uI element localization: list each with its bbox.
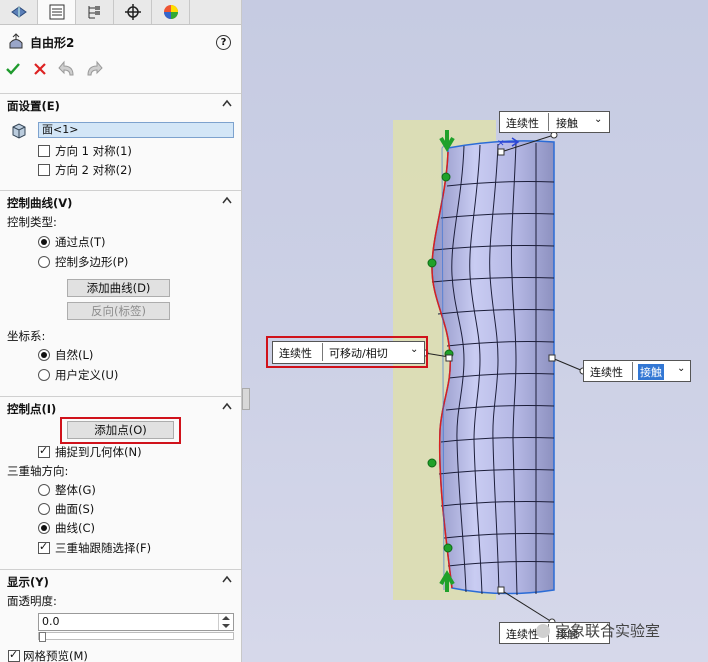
control-points-title: 控制点(I) [7, 402, 57, 416]
add-curve-button[interactable]: 添加曲线(D) [67, 279, 170, 297]
feature-tree-icon [11, 6, 27, 18]
manager-tabs [0, 0, 241, 25]
freeform-surface-model[interactable]: ✕ [242, 0, 708, 662]
face-settings-header[interactable]: 面设置(E) [0, 93, 241, 116]
triad-global-label: 整体(G) [55, 483, 96, 497]
freeform-feature-icon [9, 33, 23, 49]
chevron-up-icon[interactable] [222, 575, 232, 583]
transparency-input[interactable]: 0.0 [38, 613, 234, 631]
chevron-up-icon[interactable] [222, 99, 232, 107]
divider [632, 362, 633, 380]
tab-feature-manager[interactable] [0, 0, 38, 24]
watermark: 宝象联合实验室 [536, 620, 660, 641]
continuity-callout-right[interactable]: 连续性 接触 ⌄ [583, 360, 691, 382]
mesh-preview-label: 网格预览(M) [23, 649, 88, 662]
display-header[interactable]: 显示(Y) [0, 569, 241, 592]
triad-curve-radio[interactable] [38, 522, 50, 534]
face-settings-title: 面设置(E) [7, 99, 60, 113]
configuration-icon [88, 6, 100, 19]
spinner-arrows-icon[interactable] [218, 614, 233, 630]
property-list-icon [49, 4, 65, 20]
through-points-radio[interactable] [38, 236, 50, 248]
user-defined-coordinate-radio[interactable] [38, 369, 50, 381]
watermark-text: 宝象联合实验室 [555, 622, 661, 640]
graphics-viewport[interactable]: ✕ 连续性 接触 ⌄ 连续性 可移动/相切 ⌄ 连续性 接触 ⌄ 连续性 接触 [242, 0, 708, 662]
snap-to-geometry-label: 捕捉到几何体(N) [55, 445, 142, 459]
transparency-slider[interactable] [38, 632, 234, 642]
chevron-up-icon[interactable] [222, 196, 232, 204]
redo-icon[interactable] [84, 60, 104, 78]
continuity-left-highlight [266, 336, 428, 368]
continuity-label: 连续性 [590, 366, 623, 379]
ok-check-icon[interactable] [6, 62, 20, 76]
direction1-symmetry-label: 方向 1 对称(1) [55, 144, 132, 158]
user-defined-coordinate-label: 用户定义(U) [55, 368, 119, 382]
crosshair-icon [125, 4, 141, 20]
chevron-down-icon[interactable]: ⌄ [594, 114, 602, 125]
control-points-header[interactable]: 控制点(I) [0, 396, 241, 419]
face-selection-icon [12, 123, 26, 139]
natural-coordinate-label: 自然(L) [55, 348, 94, 362]
color-wheel-icon [164, 5, 178, 19]
triad-surface-radio[interactable] [38, 503, 50, 515]
through-points-label: 通过点(T) [55, 235, 106, 249]
continuity-value: 接触 [556, 117, 578, 130]
triad-direction-label: 三重轴方向: [7, 464, 69, 478]
control-polygon-label: 控制多边形(P) [55, 255, 129, 269]
display-title: 显示(Y) [7, 575, 49, 589]
feature-title-row: 自由形2 ? [0, 28, 241, 56]
reverse-tab-button[interactable]: 反向(标签) [67, 302, 170, 320]
control-curves-header[interactable]: 控制曲线(V) [0, 190, 241, 213]
add-point-highlight [60, 417, 181, 444]
control-curves-title: 控制曲线(V) [7, 196, 73, 210]
wechat-icon [536, 624, 550, 638]
triad-follow-selection-checkbox[interactable] [38, 540, 50, 554]
tab-display-manager[interactable] [152, 0, 190, 24]
face-selection-box[interactable]: 面<1> [38, 122, 234, 138]
divider [548, 113, 549, 131]
tab-configuration-manager[interactable] [76, 0, 114, 24]
coordinate-system-label: 坐标系: [7, 329, 46, 343]
triad-global-radio[interactable] [38, 484, 50, 496]
slider-thumb[interactable] [39, 632, 46, 642]
tab-dimxpert-manager[interactable] [114, 0, 152, 24]
cancel-x-icon[interactable] [34, 63, 46, 75]
control-type-label: 控制类型: [7, 215, 57, 229]
chevron-down-icon[interactable]: ⌄ [677, 363, 685, 374]
direction2-symmetry-label: 方向 2 对称(2) [55, 163, 132, 177]
continuity-value: 接触 [638, 364, 664, 380]
face-transparency-label: 面透明度: [7, 594, 57, 608]
undo-icon[interactable] [57, 60, 77, 78]
control-polygon-radio[interactable] [38, 256, 50, 268]
natural-coordinate-radio[interactable] [38, 349, 50, 361]
panel-collapse-handle[interactable] [242, 388, 250, 410]
triad-follow-selection-label: 三重轴跟随选择(F) [55, 541, 152, 555]
triad-surface-label: 曲面(S) [55, 502, 95, 516]
continuity-label: 连续性 [506, 628, 539, 641]
direction1-symmetry-checkbox[interactable] [38, 145, 50, 157]
triad-curve-label: 曲线(C) [55, 521, 96, 535]
feature-title: 自由形2 [30, 36, 75, 50]
tab-property-manager[interactable] [38, 0, 76, 24]
continuity-callout-top[interactable]: 连续性 接触 ⌄ [499, 111, 610, 133]
snap-to-geometry-checkbox[interactable] [38, 444, 50, 458]
mesh-preview-checkbox[interactable] [8, 648, 20, 662]
continuity-label: 连续性 [506, 117, 539, 130]
property-manager-panel: 自由形2 ? 面设置(E) 面<1> 方向 1 对称(1) 方向 2 对称(2)… [0, 0, 242, 662]
action-buttons [0, 56, 241, 82]
svg-text:✕: ✕ [497, 139, 505, 149]
chevron-up-icon[interactable] [222, 402, 232, 410]
direction2-symmetry-checkbox[interactable] [38, 164, 50, 176]
help-icon[interactable]: ? [216, 35, 231, 50]
